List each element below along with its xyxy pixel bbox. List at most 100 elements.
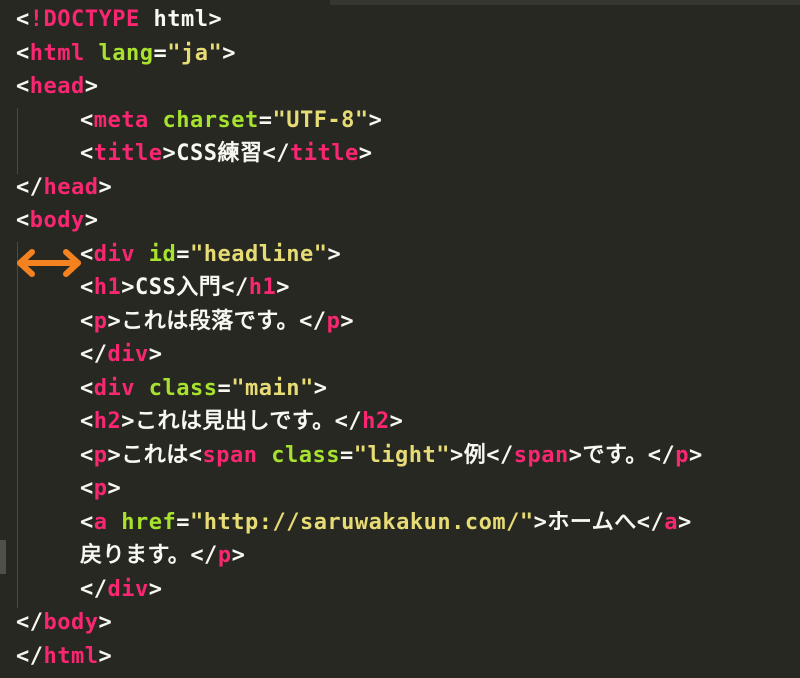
text-content: これは見出しです。 — [135, 409, 335, 434]
tag-name: meta — [93, 107, 149, 133]
tag-name: body — [43, 610, 99, 635]
attribute-name: class — [148, 375, 218, 401]
code-line: </html> — [16, 640, 703, 674]
equals: = — [176, 509, 190, 535]
bracket: </ — [16, 643, 44, 669]
bracket: > — [677, 509, 692, 535]
text-content: これは — [121, 442, 189, 468]
code-editor[interactable]: <!DOCTYPE html> <html lang="ja"> <head> … — [0, 0, 800, 678]
code-line: <a href="http://saruwakakun.com/">ホームへ</… — [16, 506, 703, 540]
tag-name: p — [217, 543, 232, 568]
tag-name: p — [675, 442, 690, 468]
attribute-name: id — [148, 241, 177, 267]
bracket: > — [148, 576, 163, 602]
tag-name: h2 — [93, 409, 122, 434]
attribute-name: charset — [162, 107, 259, 133]
attribute-value: "ja" — [167, 40, 223, 66]
bracket: < — [80, 107, 94, 133]
bracket: > — [222, 40, 236, 66]
bracket: < — [80, 141, 94, 166]
code-line: <html lang="ja"> — [16, 37, 703, 71]
bracket: > — [98, 643, 113, 669]
bracket: < — [80, 409, 94, 434]
bracket: </ — [299, 308, 327, 334]
bracket: </ — [334, 409, 363, 434]
tag-name: span — [513, 442, 569, 468]
tag-name: p — [93, 308, 108, 334]
equals: = — [176, 241, 190, 267]
bracket: </ — [80, 342, 108, 367]
double-headed-arrow-icon — [17, 249, 81, 277]
code-line: <div class="main"> — [16, 372, 703, 406]
bracket: < — [16, 74, 30, 99]
text-content: ホームへ — [547, 509, 637, 535]
attribute-value: "UTF-8" — [272, 107, 369, 133]
code-line: <p> — [16, 472, 703, 506]
bracket: </ — [16, 610, 44, 635]
bracket: < — [80, 275, 94, 300]
bracket: </ — [486, 442, 514, 468]
attribute-name: href — [121, 509, 177, 535]
bracket: > — [340, 308, 355, 334]
code-line: </div> — [16, 338, 703, 372]
tag-name: html — [29, 40, 85, 66]
code-line: <h1>CSS入門</h1> — [16, 271, 703, 305]
tag-name: head — [29, 74, 85, 99]
bracket: > — [107, 442, 122, 468]
bracket: > — [107, 476, 122, 501]
text-content: 戻ります。 — [80, 543, 191, 568]
tag-name: p — [326, 308, 341, 334]
tag-name: div — [93, 375, 135, 401]
equals: = — [258, 107, 273, 133]
bracket: </ — [636, 509, 665, 535]
code-line: <body> — [16, 204, 703, 238]
text-content: 例 — [463, 442, 487, 468]
attribute-name: class — [271, 442, 340, 468]
doctype-value: html — [153, 7, 209, 32]
bracket: > — [148, 342, 163, 367]
code-line: <div id="headline"> — [16, 238, 703, 272]
bracket: > — [121, 409, 135, 434]
code-line: <title>CSS練習</title> — [16, 137, 703, 171]
bracket: > — [533, 509, 548, 535]
bracket: </ — [190, 543, 218, 568]
tag-name: div — [107, 576, 149, 602]
bracket: </ — [80, 576, 108, 602]
tag-name: h1 — [248, 275, 277, 300]
bracket: > — [107, 308, 122, 334]
equals: = — [217, 375, 232, 401]
bracket: > — [84, 74, 99, 99]
bracket: </ — [16, 174, 44, 200]
attribute-value: "main" — [231, 375, 314, 401]
bracket: </ — [262, 141, 290, 166]
bracket: < — [188, 442, 203, 468]
bracket: < — [16, 208, 30, 233]
text-content: これは段落です。 — [121, 308, 300, 334]
bracket: > — [689, 442, 703, 468]
bracket: > — [98, 610, 113, 635]
code-line: <meta charset="UTF-8"> — [16, 104, 703, 138]
tag-name: title — [289, 141, 359, 166]
attribute-value: "headline" — [190, 241, 328, 267]
code-line: 戻ります。</p> — [16, 539, 703, 573]
attribute-value: "light" — [353, 442, 450, 468]
bracket: > — [208, 7, 223, 32]
tag-name: p — [93, 442, 108, 468]
tag-name: title — [93, 141, 163, 166]
tag-name: h1 — [93, 275, 122, 300]
bracket: > — [276, 275, 290, 300]
bracket: < — [16, 40, 30, 66]
code-line: <p>これは<span class="light">例</span>です。</p… — [16, 439, 703, 473]
tag-name: a — [93, 509, 108, 535]
gutter-marker — [0, 540, 6, 574]
code-line: </body> — [16, 606, 703, 640]
attribute-value: "http://saruwakakun.com/" — [189, 509, 534, 535]
code-area[interactable]: <!DOCTYPE html> <html lang="ja"> <head> … — [16, 3, 703, 673]
bracket: > — [313, 375, 328, 401]
bracket: < — [80, 509, 94, 535]
bracket: </ — [221, 275, 249, 300]
